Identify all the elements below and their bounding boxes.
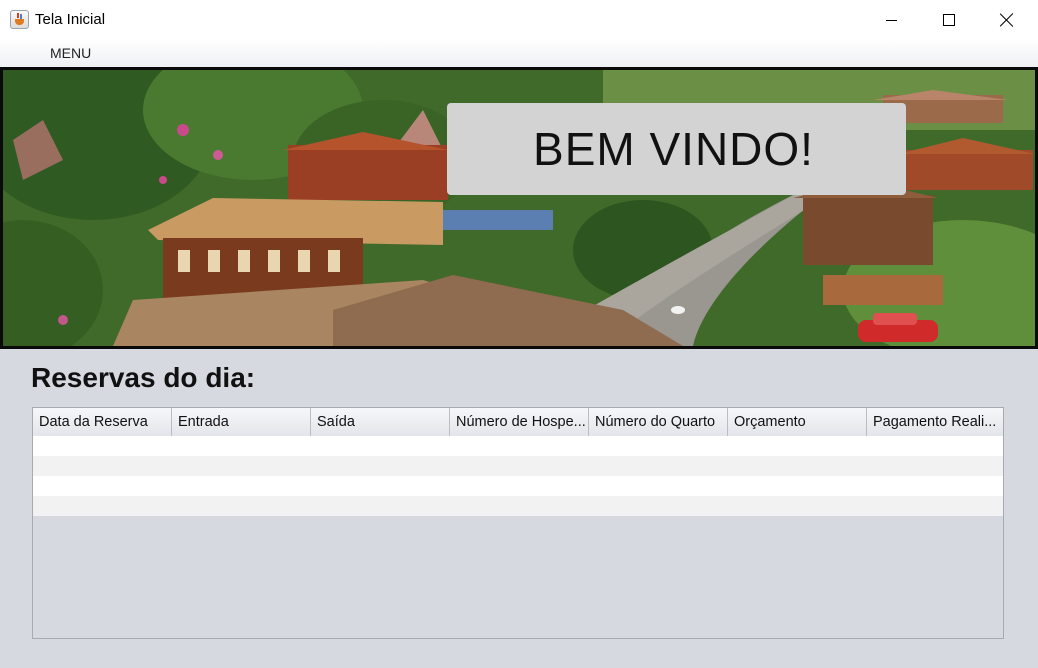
column-header-orcamento[interactable]: Orçamento — [728, 408, 867, 436]
welcome-box: BEM VINDO! — [447, 103, 906, 195]
column-header-data-da-reserva[interactable]: Data da Reserva — [33, 408, 172, 436]
menu-item-menu[interactable]: MENU — [40, 40, 101, 67]
table-row[interactable] — [33, 496, 1003, 516]
title-bar[interactable]: Tela Inicial — [0, 0, 1038, 40]
column-header-entrada[interactable]: Entrada — [172, 408, 311, 436]
maximize-button[interactable] — [920, 0, 978, 40]
welcome-text: BEM VINDO! — [533, 123, 814, 175]
minimize-icon — [885, 19, 897, 21]
window-title: Tela Inicial — [35, 11, 106, 28]
table-row[interactable] — [33, 456, 1003, 476]
menu-bar: MENU — [0, 40, 1038, 67]
minimize-button[interactable] — [862, 0, 920, 40]
column-header-saida[interactable]: Saída — [311, 408, 450, 436]
close-button[interactable] — [978, 0, 1036, 40]
java-app-icon — [10, 10, 29, 29]
maximize-icon — [943, 14, 955, 26]
column-header-numero-hospedes[interactable]: Número de Hospe... — [450, 408, 589, 436]
table-header: Data da Reserva Entrada Saída Número de … — [33, 408, 1003, 437]
table-body — [33, 436, 1003, 516]
table-row[interactable] — [33, 476, 1003, 496]
table-row[interactable] — [33, 436, 1003, 456]
reservations-title: Reservas do dia: — [31, 362, 256, 393]
reservations-table[interactable]: Data da Reserva Entrada Saída Número de … — [32, 407, 1004, 639]
main-window: Tela Inicial MENU BEM VINDO! Reservas do… — [0, 0, 1038, 668]
column-header-numero-quarto[interactable]: Número do Quarto — [589, 408, 728, 436]
column-header-pagamento-realizado[interactable]: Pagamento Reali... — [867, 408, 1003, 436]
welcome-banner: BEM VINDO! — [0, 67, 1038, 349]
close-icon — [1000, 13, 1014, 27]
